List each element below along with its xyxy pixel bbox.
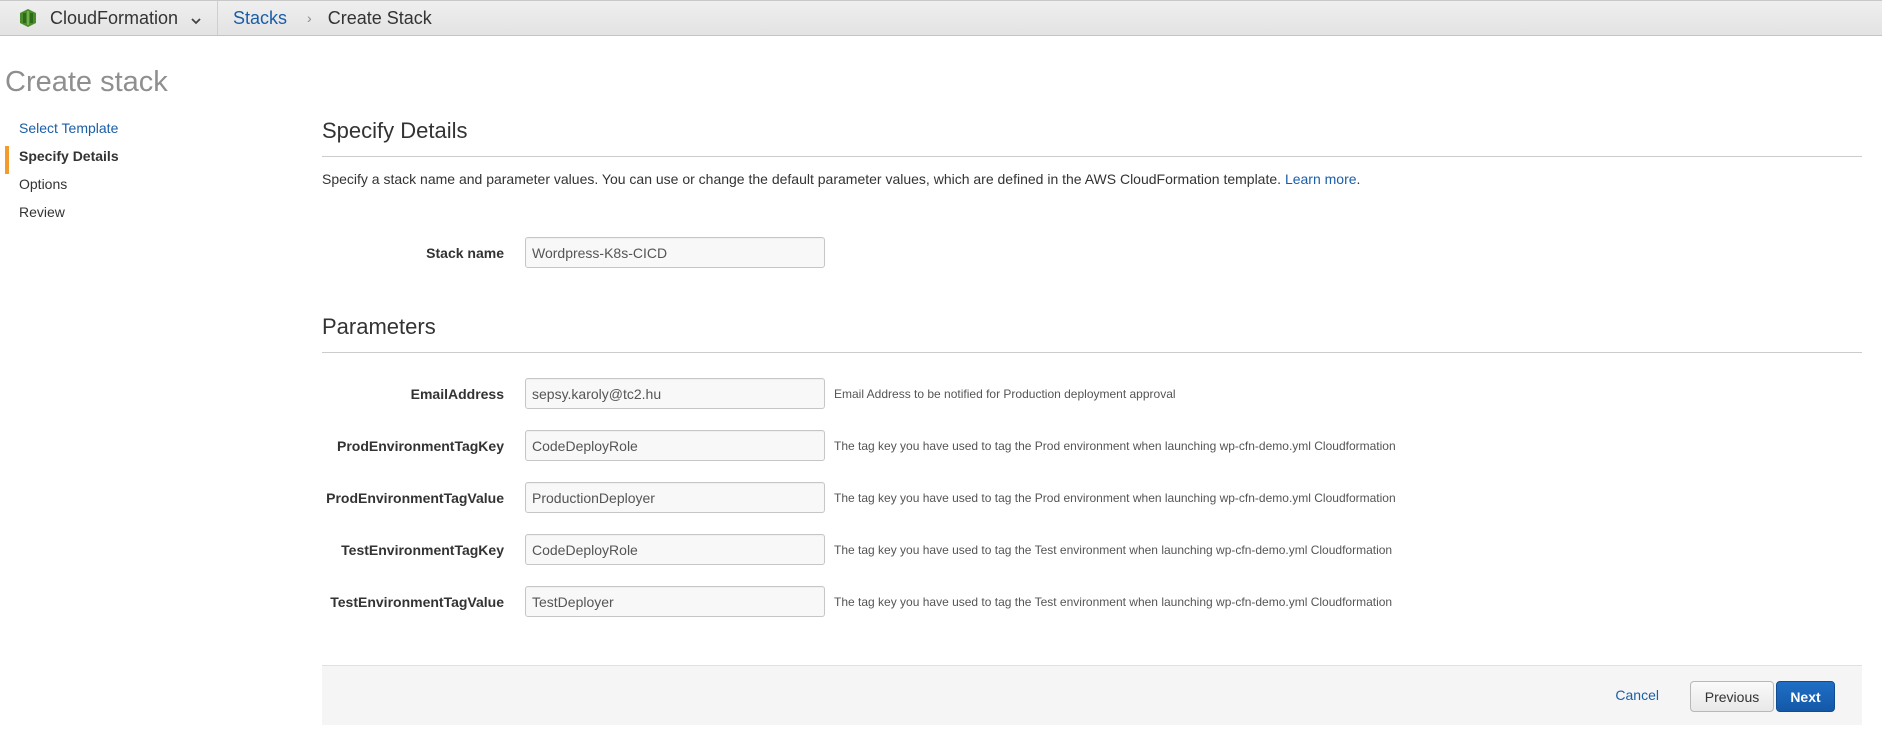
service-menu[interactable]: CloudFormation xyxy=(0,1,218,35)
cloudformation-logo-icon xyxy=(20,9,36,27)
param-label: ProdEnvironmentTagValue xyxy=(326,489,504,506)
param-label: TestEnvironmentTagValue xyxy=(330,593,504,610)
param-label: ProdEnvironmentTagKey xyxy=(337,437,504,454)
learn-more-link[interactable]: Learn more xyxy=(1285,171,1357,187)
page-title: Create stack xyxy=(5,66,168,98)
top-navigation-bar: CloudFormation Stacks › Create Stack xyxy=(0,0,1882,36)
param-description: The tag key you have used to tag the Tes… xyxy=(834,594,1393,609)
next-button[interactable]: Next xyxy=(1776,681,1835,712)
email-address-input[interactable] xyxy=(525,378,825,409)
service-name: CloudFormation xyxy=(50,7,179,28)
step-review: Review xyxy=(19,204,65,220)
param-description: The tag key you have used to tag the Tes… xyxy=(834,542,1393,557)
breadcrumb-separator-icon: › xyxy=(307,10,312,26)
breadcrumb-create-stack: Create Stack xyxy=(327,7,432,28)
intro-text: Specify a stack name and parameter value… xyxy=(322,171,1862,187)
param-row-email-address: EmailAddress Email Address to be notifie… xyxy=(322,378,1176,409)
stack-name-row: Stack name xyxy=(322,237,825,268)
param-label: TestEnvironmentTagKey xyxy=(341,541,504,558)
step-specify-details: Specify Details xyxy=(5,146,225,174)
section-title-specify-details: Specify Details xyxy=(322,118,1862,157)
section-title-parameters: Parameters xyxy=(322,314,1862,353)
test-environment-tag-value-input[interactable] xyxy=(525,586,825,617)
param-description: The tag key you have used to tag the Pro… xyxy=(834,438,1396,453)
wizard-steps: Select Template Specify Details Options … xyxy=(5,118,225,230)
param-row-test-tag-value: TestEnvironmentTagValue The tag key you … xyxy=(322,586,1392,617)
step-options: Options xyxy=(19,176,68,192)
test-environment-tag-key-input[interactable] xyxy=(525,534,825,565)
intro-sentence: Specify a stack name and parameter value… xyxy=(322,171,1285,187)
chevron-down-icon xyxy=(190,13,202,25)
prod-environment-tag-key-input[interactable] xyxy=(525,430,825,461)
param-row-prod-tag-key: ProdEnvironmentTagKey The tag key you ha… xyxy=(322,430,1396,461)
param-description: The tag key you have used to tag the Pro… xyxy=(834,490,1396,505)
param-label: EmailAddress xyxy=(410,385,504,402)
stack-name-label: Stack name xyxy=(426,244,504,261)
intro-period: . xyxy=(1356,171,1361,187)
prod-environment-tag-value-input[interactable] xyxy=(525,482,825,513)
step-select-template[interactable]: Select Template xyxy=(5,118,225,146)
wizard-footer: Cancel Previous Next xyxy=(322,665,1862,725)
breadcrumb: Stacks › Create Stack xyxy=(218,8,432,29)
param-row-prod-tag-value: ProdEnvironmentTagValue The tag key you … xyxy=(322,482,1396,513)
previous-button[interactable]: Previous xyxy=(1690,681,1774,712)
breadcrumb-stacks[interactable]: Stacks xyxy=(233,8,287,29)
param-row-test-tag-key: TestEnvironmentTagKey The tag key you ha… xyxy=(322,534,1392,565)
specify-details-panel: Specify Details Specify a stack name and… xyxy=(322,118,1862,617)
stack-name-input[interactable] xyxy=(525,237,825,268)
param-description: Email Address to be notified for Product… xyxy=(834,386,1176,401)
cancel-link[interactable]: Cancel xyxy=(1615,687,1659,703)
